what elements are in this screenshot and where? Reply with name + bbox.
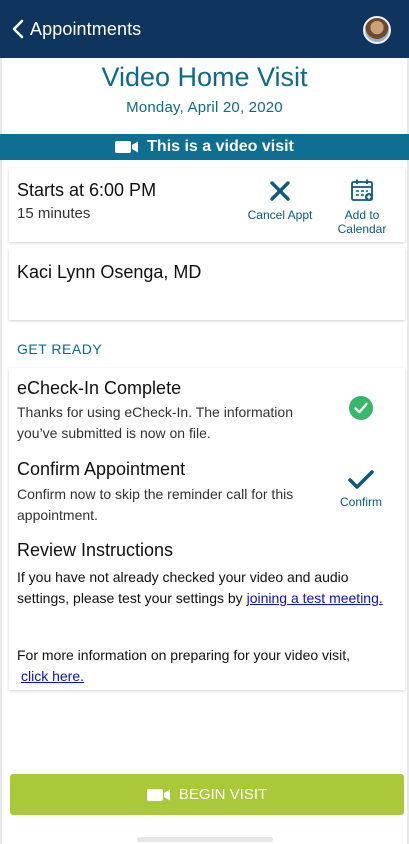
top-bar: Appointments: [0, 0, 409, 58]
start-time: Starts at 6:00 PM: [17, 180, 157, 200]
back-button[interactable]: Appointments: [0, 19, 141, 40]
chevron-left-icon: [12, 19, 24, 39]
checkmark-icon: [348, 470, 374, 489]
review-text-2: For more information on preparing for yo…: [17, 647, 351, 663]
review-paragraph-2: For more information on preparing for yo…: [17, 645, 397, 687]
add-calendar-label-1: Add to: [344, 208, 380, 222]
confirm-label: Confirm: [339, 495, 382, 509]
duration: 15 minutes: [17, 205, 91, 222]
echeckin-title: eCheck-In Complete: [17, 378, 182, 398]
close-icon: [270, 181, 290, 201]
get-ready-card: eCheck-In Complete Thanks for using eChe…: [9, 368, 405, 690]
get-ready-heading: GET READY: [17, 341, 103, 357]
confirm-text: Confirm now to skip the reminder call fo…: [17, 486, 294, 523]
calendar-add-icon: [351, 179, 373, 201]
home-indicator: [137, 837, 273, 842]
add-calendar-label-2: Calendar: [337, 222, 387, 236]
back-label: Appointments: [30, 18, 142, 39]
video-camera-icon: [115, 141, 139, 153]
click-here-link[interactable]: click here.: [21, 668, 84, 684]
review-title: Review Instructions: [17, 540, 174, 560]
add-to-calendar-button[interactable]: Add to Calendar: [329, 178, 395, 236]
appointment-time-card: Starts at 6:00 PM 15 minutes Cancel Appt…: [9, 168, 405, 242]
review-paragraph-1: If you have not already checked your vid…: [17, 567, 397, 609]
cancel-appointment-button[interactable]: Cancel Appt: [243, 180, 317, 222]
banner-text: This is a video visit: [147, 138, 294, 155]
check-circle-icon: [349, 396, 373, 420]
test-meeting-link[interactable]: joining a test meeting.: [247, 590, 383, 606]
confirm-button[interactable]: Confirm: [334, 470, 388, 509]
page-title: Video Home Visit: [101, 62, 308, 92]
confirm-title: Confirm Appointment: [17, 459, 186, 479]
echeckin-text: Thanks for using eCheck-In. The informat…: [17, 404, 293, 441]
video-camera-icon: [146, 788, 170, 801]
begin-visit-label: BEGIN VISIT: [178, 786, 268, 803]
provider-card: Kaci Lynn Osenga, MD: [9, 248, 405, 320]
cancel-label: Cancel Appt: [247, 208, 313, 222]
video-visit-banner: This is a video visit: [0, 134, 409, 160]
begin-visit-button[interactable]: BEGIN VISIT: [10, 774, 404, 815]
avatar[interactable]: [363, 16, 391, 44]
provider-name: Kaci Lynn Osenga, MD: [17, 262, 202, 282]
visit-date: Monday, April 20, 2020: [126, 99, 283, 116]
